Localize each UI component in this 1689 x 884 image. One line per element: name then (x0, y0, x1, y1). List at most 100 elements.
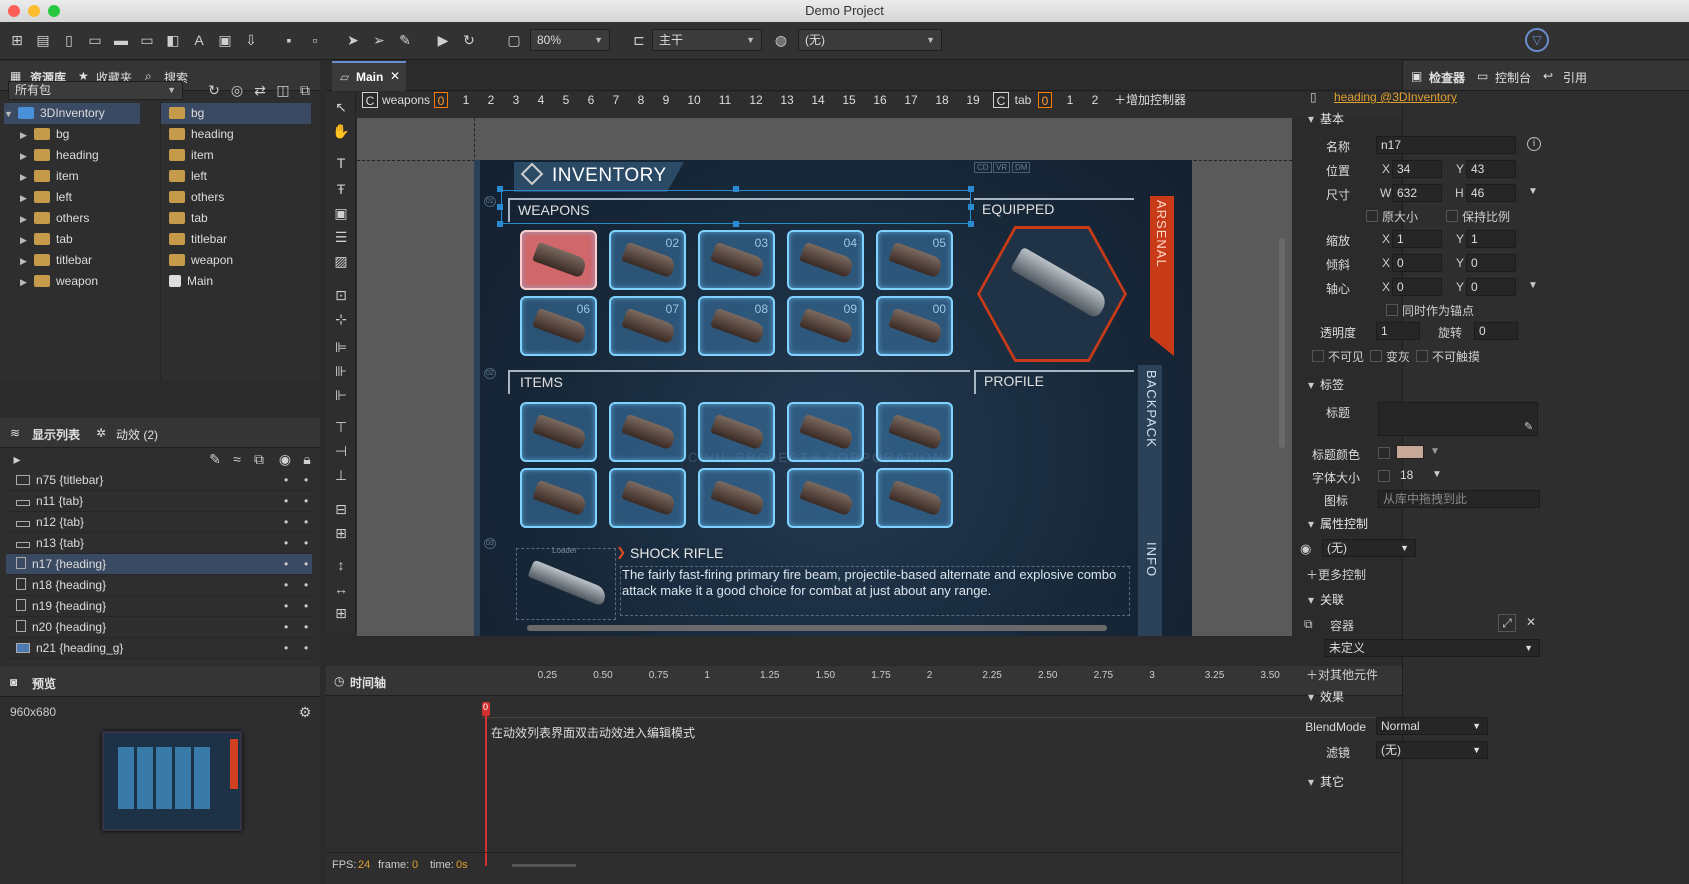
play-icon[interactable]: ▶ (434, 31, 452, 49)
lock-icon[interactable]: 🔒︎ (298, 450, 316, 468)
timeline-ruler[interactable] (482, 702, 1400, 718)
invisible-checkbox[interactable] (1312, 350, 1324, 362)
height-input[interactable]: 46 (1466, 184, 1516, 202)
controller-page-button[interactable]: 16 (870, 92, 890, 108)
weapon-slot[interactable]: 09 (787, 296, 864, 356)
tab-references[interactable]: 引用 (1563, 69, 1587, 86)
icon-drop-input[interactable]: 从库中拖拽到此 (1378, 490, 1540, 508)
controller-page-button[interactable]: 1 (459, 92, 473, 108)
tab-console[interactable]: 控制台 (1495, 69, 1531, 86)
controller-page-button[interactable]: 6 (584, 92, 598, 108)
keep-ratio-checkbox[interactable] (1446, 210, 1458, 222)
resize-handle[interactable] (497, 204, 503, 210)
bookmark-icon[interactable]: ▯ (60, 31, 78, 49)
section-other[interactable]: 其它 (1308, 773, 1344, 790)
close-icon[interactable]: ✕ (1522, 614, 1540, 632)
publish-icon[interactable]: ➤ (344, 31, 362, 49)
gray-checkbox[interactable] (1370, 350, 1382, 362)
section-effect[interactable]: 效果 (1308, 688, 1344, 705)
file-item-heading[interactable]: heading (169, 124, 234, 145)
scale-x-input[interactable]: 1 (1392, 230, 1442, 248)
tab-display-list[interactable]: 显示列表 (32, 426, 80, 443)
skew-y-input[interactable]: 0 (1466, 254, 1516, 272)
controller-page-button[interactable]: 19 (963, 92, 983, 108)
item-slot[interactable] (520, 402, 597, 462)
align-right-icon[interactable]: ⊩ (332, 386, 350, 404)
align-top-icon[interactable]: ⊤ (332, 418, 350, 436)
controller-page-button[interactable]: 7 (609, 92, 623, 108)
rich-text-icon[interactable]: Ŧ (332, 180, 350, 198)
item-slot[interactable] (698, 468, 775, 528)
color-swatch[interactable] (1396, 445, 1424, 459)
tree-item-3dinventory[interactable]: ▼ 3DInventory (4, 103, 140, 124)
list-icon[interactable]: ☰ (332, 228, 350, 246)
controller-page-button[interactable]: 17 (901, 92, 921, 108)
display-list-row[interactable]: n12 {tab} • • (6, 512, 312, 533)
weapon-slot[interactable]: 04 (787, 230, 864, 290)
controller-tab-name[interactable]: tab (1012, 92, 1034, 108)
zoom-select[interactable]: 80% ▼ (530, 29, 610, 51)
tree-item-item[interactable]: ▶ item (20, 166, 79, 187)
filter-select[interactable]: (无) ▼ (1376, 741, 1488, 759)
relation-target-select[interactable]: 未定义 ▼ (1324, 639, 1540, 657)
file-item-main[interactable]: Main (169, 271, 213, 292)
original-size-checkbox[interactable] (1366, 210, 1378, 222)
vertical-scrollbar[interactable] (1279, 238, 1285, 448)
rotation-input[interactable]: 0 (1474, 322, 1518, 340)
new-project-icon[interactable]: ⊞ (8, 31, 26, 49)
import-icon[interactable]: ⇩ (242, 31, 260, 49)
tree-item-heading[interactable]: ▶ heading (20, 145, 99, 166)
more-control-button[interactable]: ＋更多控制 (1306, 566, 1366, 583)
branch-select[interactable]: 主干 ▼ (652, 29, 762, 51)
item-slot[interactable] (787, 468, 864, 528)
controller-page-button[interactable]: 12 (746, 92, 766, 108)
tree-item-weapon[interactable]: ▶ weapon (20, 271, 98, 292)
section-relation[interactable]: 关联 (1308, 591, 1344, 608)
tab-transitions[interactable]: 动效 (2) (116, 426, 158, 443)
controller-page-button[interactable]: 3 (509, 92, 523, 108)
display-list-row[interactable]: n20 {heading} • • (6, 617, 312, 638)
hand-icon[interactable]: ✋ (332, 122, 350, 140)
display-list-row[interactable]: n75 {titlebar} • • (6, 470, 312, 491)
position-x-input[interactable]: 34 (1392, 160, 1442, 178)
controller-page-button[interactable]: 0 (1038, 92, 1052, 108)
same-width-icon[interactable]: ↔ (332, 580, 350, 598)
tree-item-titlebar[interactable]: ▶ titlebar (20, 250, 92, 271)
chevron-down-icon[interactable]: ▼ (1432, 469, 1442, 480)
blend-mode-select[interactable]: Normal ▼ (1376, 717, 1488, 735)
chevron-down-icon[interactable]: ▼ (1430, 446, 1440, 457)
display-list-row[interactable]: n21 {heading_g} • • (6, 638, 312, 659)
tree-item-left[interactable]: ▶ left (20, 187, 72, 208)
textfield-icon[interactable]: A (190, 31, 208, 49)
edit-icon[interactable]: ✎ (1524, 420, 1533, 433)
file-item-tab[interactable]: tab (169, 208, 208, 229)
close-icon[interactable]: ✕ (390, 69, 400, 83)
eye-icon[interactable]: ◉ (276, 450, 294, 468)
grid-icon[interactable]: ⊞ (332, 604, 350, 622)
chevron-down-icon[interactable]: ▼ (1528, 280, 1538, 291)
image-icon[interactable]: ▣ (216, 31, 234, 49)
resize-handle[interactable] (968, 186, 974, 192)
align-middle-icon[interactable]: ⊣ (332, 442, 350, 460)
resize-handle[interactable] (497, 221, 503, 227)
refresh-icon[interactable]: ↻ (460, 31, 478, 49)
file-item-bg[interactable]: bg (161, 103, 311, 124)
item-slot[interactable] (876, 402, 953, 462)
display-list-row[interactable]: n11 {tab} • • (6, 491, 312, 512)
slider-icon[interactable]: ◧ (164, 31, 182, 49)
file-item-left[interactable]: left (169, 166, 207, 187)
controller-page-button[interactable]: 4 (534, 92, 548, 108)
align-left-icon[interactable]: ⊫ (332, 338, 350, 356)
controller-page-button[interactable]: 2 (1088, 92, 1102, 108)
resize-handle[interactable] (733, 186, 739, 192)
item-slot[interactable] (876, 468, 953, 528)
display-list-row[interactable]: n19 {heading} • • (6, 596, 312, 617)
pivot-y-input[interactable]: 0 (1466, 278, 1516, 296)
wave-icon[interactable]: ≈ (228, 450, 246, 468)
package-select[interactable]: 所有包 ▼ (8, 81, 183, 100)
expand-icon[interactable]: ⤢ (1498, 614, 1516, 632)
scale-y-input[interactable]: 1 (1466, 230, 1516, 248)
display-list-row-selected[interactable]: n17 {heading} • • (6, 554, 312, 575)
language-select[interactable]: (无) ▼ (798, 29, 942, 51)
relate-other-button[interactable]: ＋对其他元件 (1306, 666, 1378, 683)
